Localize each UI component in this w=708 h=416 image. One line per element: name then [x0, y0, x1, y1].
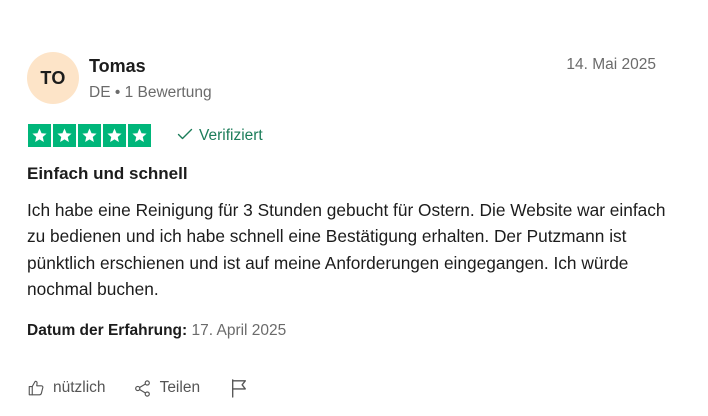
review-actions: nützlich Teilen: [27, 378, 248, 398]
useful-button[interactable]: nützlich: [27, 379, 106, 397]
star-icon: [28, 124, 51, 147]
verified-badge[interactable]: Verifiziert: [177, 127, 263, 145]
review-date: 14. Mai 2025: [566, 56, 656, 73]
star-icon: [103, 124, 126, 147]
thumbs-up-icon: [27, 379, 45, 397]
avatar-initials: TO: [40, 67, 66, 88]
reviewer-name[interactable]: Tomas: [89, 56, 146, 77]
experience-date: Datum der Erfahrung: 17. April 2025: [27, 322, 286, 340]
verified-label: Verifiziert: [199, 127, 263, 144]
reviewer-meta: DE • 1 Bewertung: [89, 84, 212, 101]
share-label: Teilen: [159, 379, 201, 396]
review-body: Ich habe eine Reinigung für 3 Stunden ge…: [27, 200, 666, 299]
star-rating: [28, 124, 151, 147]
star-icon: [53, 124, 76, 147]
review-title: Einfach und schnell: [27, 164, 188, 183]
share-icon: [133, 379, 152, 398]
flag-icon: [230, 378, 248, 398]
share-button[interactable]: Teilen: [133, 379, 201, 398]
checkmark-icon: [177, 127, 193, 145]
star-icon: [78, 124, 101, 147]
experience-date-value: 17. April 2025: [191, 322, 287, 339]
useful-label: nützlich: [53, 379, 106, 396]
star-icon: [128, 124, 151, 147]
avatar[interactable]: TO: [27, 52, 79, 104]
report-button[interactable]: [230, 378, 248, 398]
experience-date-label: Datum der Erfahrung:: [27, 322, 188, 339]
